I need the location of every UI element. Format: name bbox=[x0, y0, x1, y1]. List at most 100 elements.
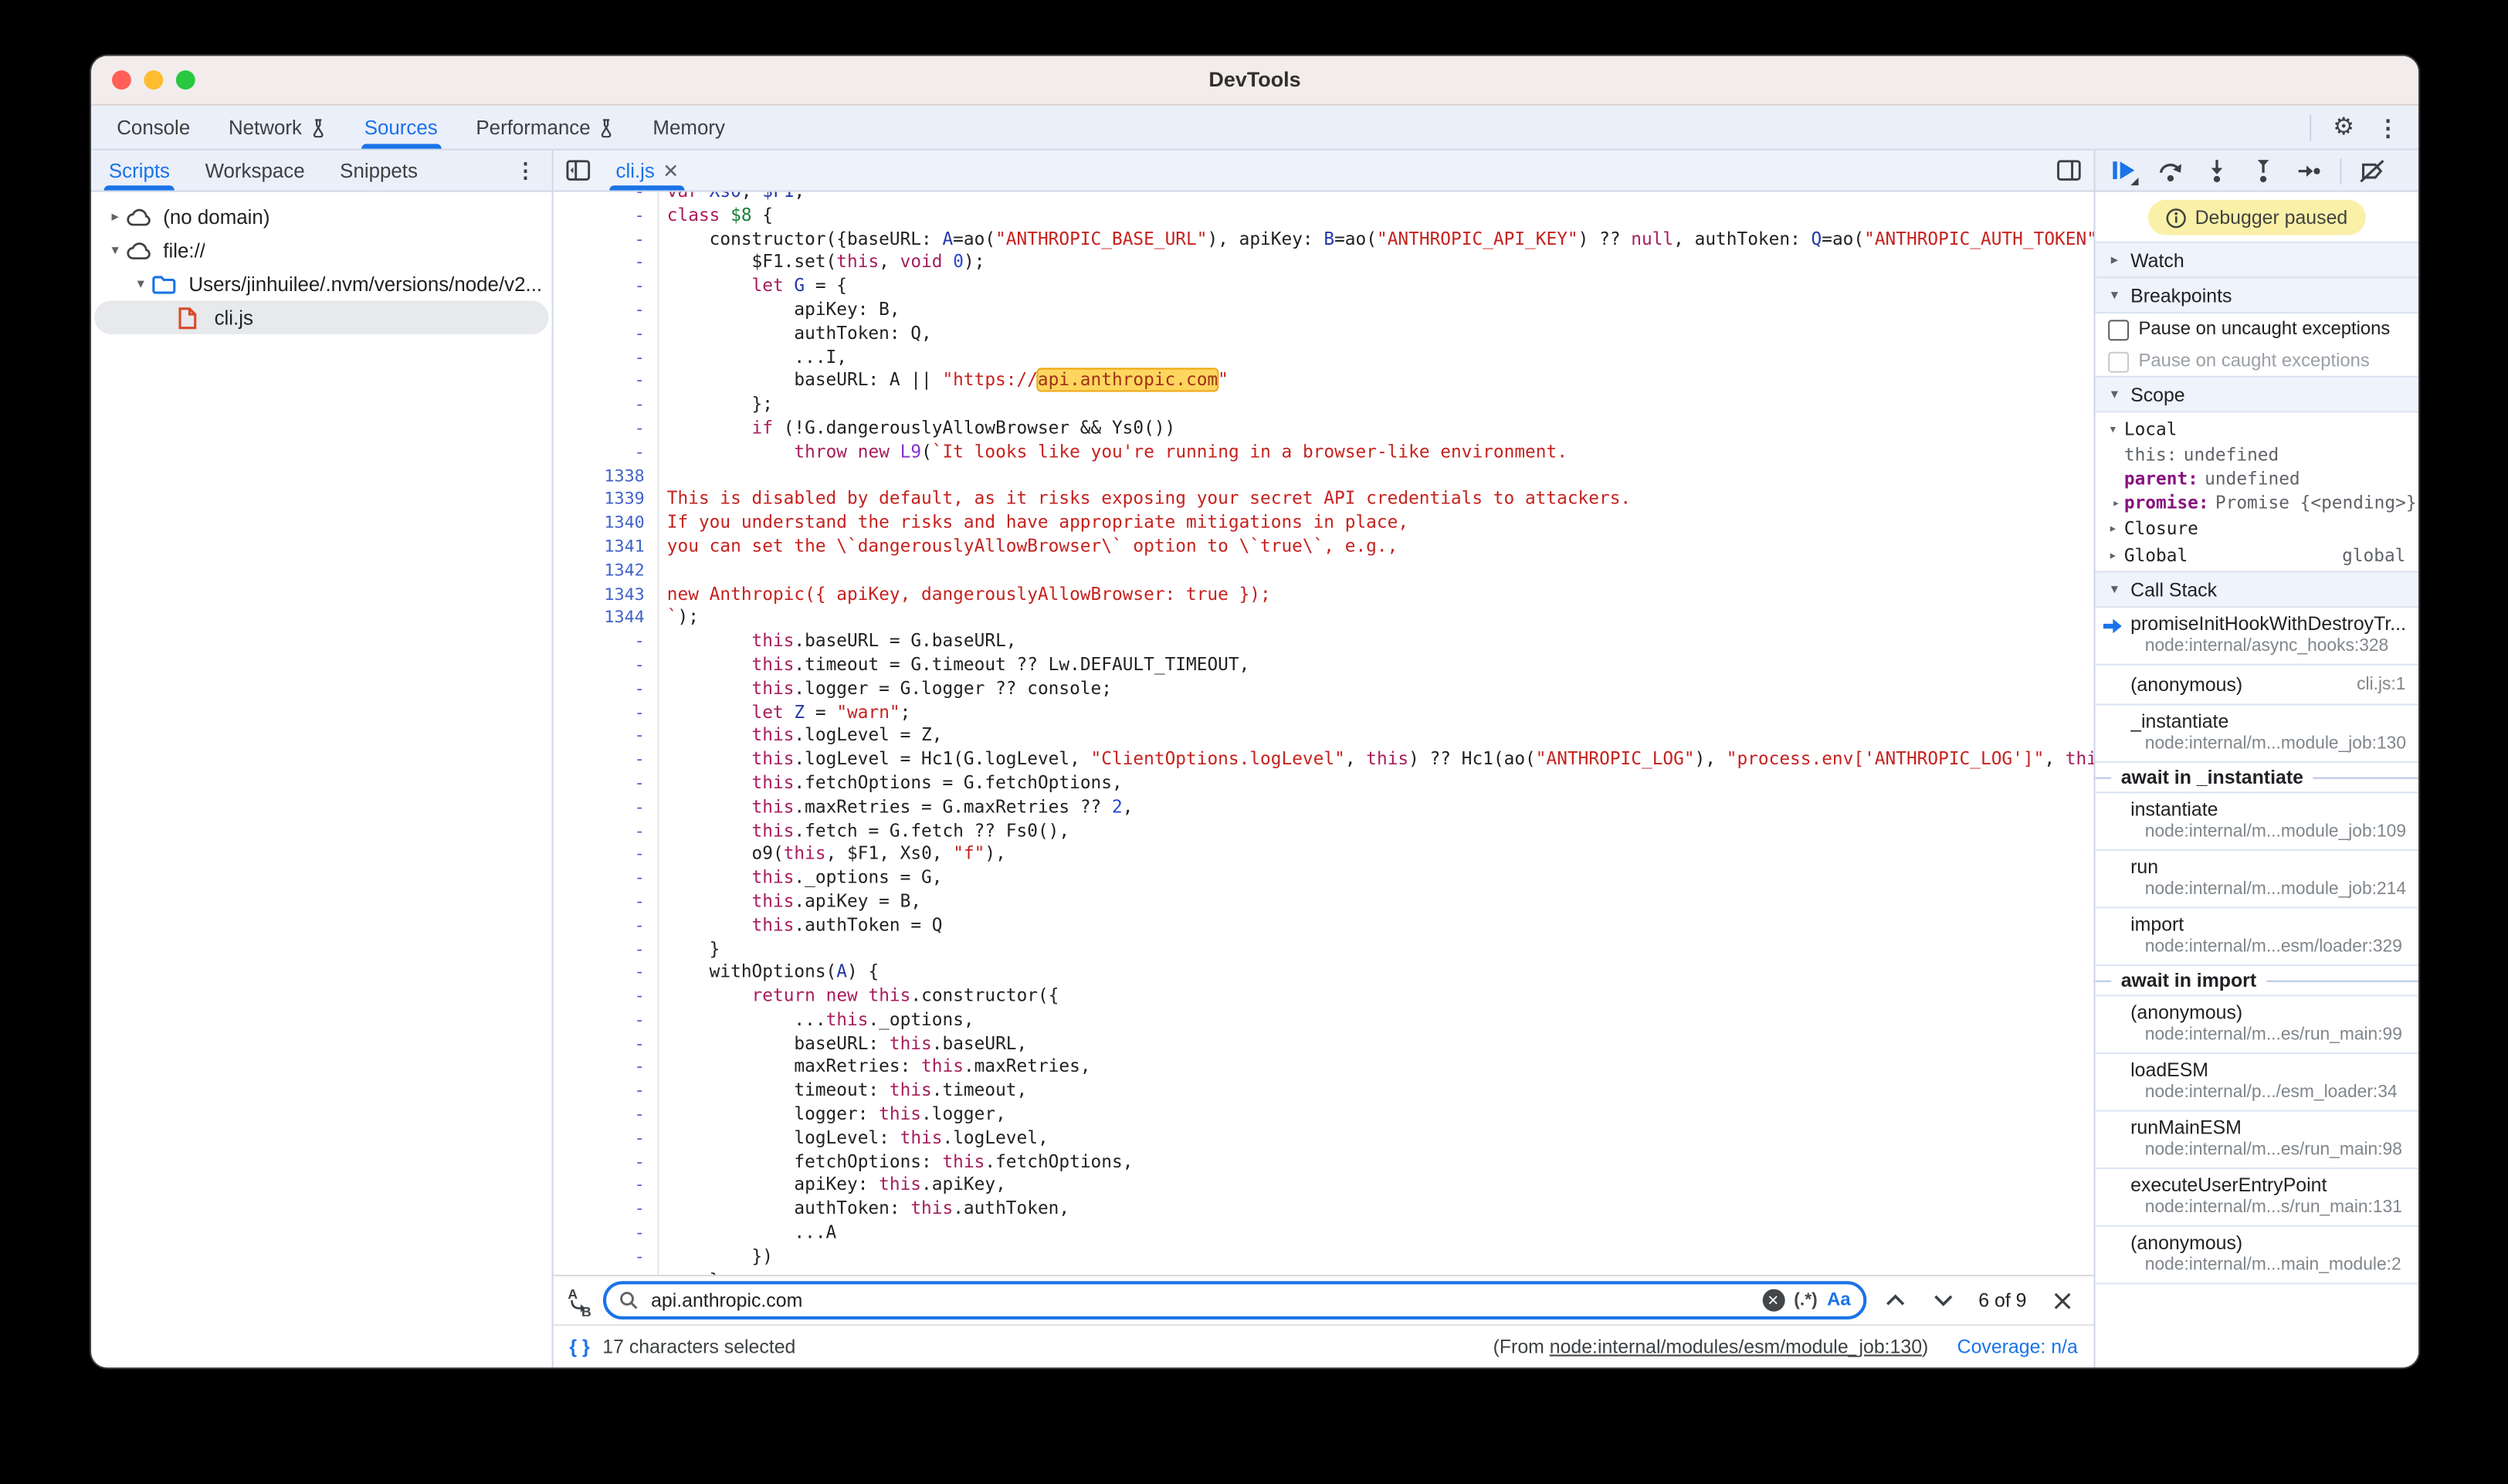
navigator-tab-workspace[interactable]: Workspace bbox=[188, 151, 323, 191]
panel-tab-console[interactable]: Console bbox=[97, 106, 209, 149]
navigator-tab-scripts[interactable]: Scripts bbox=[91, 151, 188, 191]
gutter-cell[interactable]: - bbox=[554, 772, 659, 796]
code-text[interactable]: this._options = G, bbox=[667, 867, 943, 891]
step-icon[interactable] bbox=[2290, 153, 2329, 188]
call-stack-frame[interactable]: (anonymous)node:internal/m...es/run_main… bbox=[2096, 997, 2418, 1055]
gutter-cell[interactable]: - bbox=[554, 276, 659, 300]
code-text[interactable]: withOptions(A) { bbox=[667, 962, 879, 986]
coverage-link[interactable]: Coverage: n/a bbox=[1957, 1336, 2078, 1358]
panel-tab-performance[interactable]: Performance bbox=[457, 106, 634, 149]
scope-section-header[interactable]: ▾ Scope bbox=[2096, 376, 2418, 413]
source-code-viewer[interactable]: -var Xs0, $F1;-class $8 {- constructor({… bbox=[554, 192, 2094, 1275]
gutter-cell[interactable]: - bbox=[554, 1009, 659, 1033]
call-stack-frame[interactable]: (anonymous)node:internal/m...main_module… bbox=[2096, 1227, 2418, 1285]
step-out-icon[interactable] bbox=[2244, 153, 2283, 188]
code-text[interactable]: logger: this.logger, bbox=[667, 1103, 1006, 1127]
gutter-cell[interactable]: - bbox=[554, 820, 659, 844]
call-stack-frame[interactable]: promiseInitHookWithDestroyTr...node:inte… bbox=[2096, 608, 2418, 666]
gutter-cell[interactable]: 1340 bbox=[554, 512, 659, 536]
code-text[interactable]: }) bbox=[667, 1245, 773, 1269]
match-case-toggle[interactable]: Aa bbox=[1827, 1291, 1850, 1310]
pretty-print-icon[interactable]: { } bbox=[569, 1336, 589, 1358]
gutter-cell[interactable]: - bbox=[554, 192, 659, 205]
gutter-cell[interactable]: - bbox=[554, 843, 659, 867]
toggle-navigator-icon[interactable] bbox=[554, 160, 603, 181]
step-over-icon[interactable] bbox=[2151, 153, 2190, 188]
gutter-cell[interactable]: - bbox=[554, 1198, 659, 1222]
gutter-cell[interactable]: - bbox=[554, 1151, 659, 1175]
code-text[interactable]: This is disabled by default, as it risks… bbox=[667, 489, 1631, 513]
code-text[interactable]: } bbox=[667, 1269, 720, 1275]
gutter-cell[interactable]: - bbox=[554, 1032, 659, 1056]
gutter-cell[interactable]: - bbox=[554, 678, 659, 702]
code-text[interactable]: baseURL: this.baseURL, bbox=[667, 1032, 1027, 1056]
gutter-cell[interactable]: - bbox=[554, 938, 659, 962]
code-text[interactable]: timeout: this.timeout, bbox=[667, 1080, 1027, 1104]
tree-item-file-[interactable]: ▾file:// bbox=[94, 233, 548, 267]
code-text[interactable]: baseURL: A || "https://api.anthropic.com… bbox=[667, 370, 1229, 394]
chevron-right-icon[interactable]: ▸ bbox=[104, 208, 127, 225]
code-text[interactable]: class $8 { bbox=[667, 205, 773, 229]
gutter-cell[interactable]: - bbox=[554, 323, 659, 347]
gutter-cell[interactable]: 1341 bbox=[554, 536, 659, 560]
gutter-cell[interactable]: - bbox=[554, 914, 659, 938]
previous-match-icon[interactable] bbox=[1876, 1282, 1915, 1318]
settings-gear-icon[interactable]: ⚙ bbox=[2333, 115, 2354, 139]
gutter-cell[interactable]: - bbox=[554, 985, 659, 1009]
code-text[interactable]: this.maxRetries = G.maxRetries ?? 2, bbox=[667, 796, 1134, 820]
gutter-cell[interactable]: - bbox=[554, 1222, 659, 1246]
scope-group-closure[interactable]: ▸Closure bbox=[2096, 515, 2418, 542]
gutter-cell[interactable]: - bbox=[554, 1080, 659, 1104]
code-text[interactable]: ...this._options, bbox=[667, 1009, 974, 1033]
gutter-cell[interactable]: - bbox=[554, 796, 659, 820]
code-text[interactable]: apiKey: this.apiKey, bbox=[667, 1174, 1006, 1198]
gutter-cell[interactable]: - bbox=[554, 962, 659, 986]
toggle-debugger-sidebar-icon[interactable] bbox=[2057, 160, 2094, 181]
chevron-down-icon[interactable]: ▾ bbox=[130, 275, 152, 293]
tree-item-cli-js[interactable]: cli.js bbox=[94, 300, 548, 334]
gutter-cell[interactable]: 1338 bbox=[554, 465, 659, 489]
file-tab-clijs[interactable]: cli.js ✕ bbox=[603, 151, 692, 191]
code-text[interactable]: this.timeout = G.timeout ?? Lw.DEFAULT_T… bbox=[667, 654, 1250, 678]
gutter-cell[interactable]: - bbox=[554, 252, 659, 276]
code-text[interactable]: throw new L9(`It looks like you're runni… bbox=[667, 441, 1568, 465]
gutter-cell[interactable]: - bbox=[554, 299, 659, 323]
code-text[interactable]: this.fetch = G.fetch ?? Fs0(), bbox=[667, 820, 1069, 844]
replace-toggle-icon[interactable]: AB bbox=[566, 1285, 593, 1315]
gutter-cell[interactable]: - bbox=[554, 1127, 659, 1151]
call-stack-frame[interactable]: runnode:internal/m...module_job:214 bbox=[2096, 851, 2418, 909]
scope-group-local[interactable]: ▾Local bbox=[2096, 416, 2418, 443]
tree-item--no-domain-[interactable]: ▸(no domain) bbox=[94, 200, 548, 234]
gutter-cell[interactable]: - bbox=[554, 441, 659, 465]
panel-tab-network[interactable]: Network bbox=[209, 106, 345, 149]
code-text[interactable]: this.apiKey = B, bbox=[667, 891, 921, 915]
scope-variable-promise[interactable]: ▸promise:Promise {<pending>} bbox=[2096, 491, 2418, 515]
code-text[interactable]: maxRetries: this.maxRetries, bbox=[667, 1056, 1091, 1080]
step-into-icon[interactable] bbox=[2198, 153, 2236, 188]
clear-search-icon[interactable]: ✕ bbox=[1762, 1289, 1784, 1312]
code-text[interactable]: authToken: this.authToken, bbox=[667, 1198, 1069, 1222]
more-options-icon[interactable]: ⋮ bbox=[2377, 116, 2399, 138]
gutter-cell[interactable]: 1343 bbox=[554, 583, 659, 607]
gutter-cell[interactable]: - bbox=[554, 1056, 659, 1080]
close-find-bar-icon[interactable] bbox=[2042, 1282, 2081, 1318]
gutter-cell[interactable]: - bbox=[554, 1269, 659, 1275]
from-location-link[interactable]: node:internal/modules/esm/module_job:130 bbox=[1550, 1336, 1922, 1358]
code-text[interactable]: var Xs0, $F1; bbox=[667, 192, 805, 205]
code-text[interactable]: let Z = "warn"; bbox=[667, 701, 911, 725]
gutter-cell[interactable]: - bbox=[554, 701, 659, 725]
deactivate-breakpoints-icon[interactable] bbox=[2353, 153, 2391, 188]
scope-variable-this[interactable]: this:undefined bbox=[2096, 443, 2418, 467]
scope-group-global[interactable]: ▸Globalglobal bbox=[2096, 542, 2418, 569]
resume-script-icon[interactable] bbox=[2105, 153, 2144, 188]
code-text[interactable]: o9(this, $F1, Xs0, "f"), bbox=[667, 843, 1006, 867]
code-text[interactable]: new Anthropic({ apiKey, dangerouslyAllow… bbox=[667, 583, 1271, 607]
code-text[interactable]: return new this.constructor({ bbox=[667, 985, 1059, 1009]
panel-tab-memory[interactable]: Memory bbox=[634, 106, 744, 149]
callstack-section-header[interactable]: ▾ Call Stack bbox=[2096, 571, 2418, 608]
checkbox[interactable] bbox=[2108, 319, 2129, 340]
gutter-cell[interactable]: 1339 bbox=[554, 489, 659, 513]
navigator-tab-snippets[interactable]: Snippets bbox=[322, 151, 435, 191]
call-stack-frame[interactable]: _instantiatenode:internal/m...module_job… bbox=[2096, 706, 2418, 764]
call-stack-frame[interactable]: importnode:internal/m...esm/loader:329 bbox=[2096, 909, 2418, 967]
